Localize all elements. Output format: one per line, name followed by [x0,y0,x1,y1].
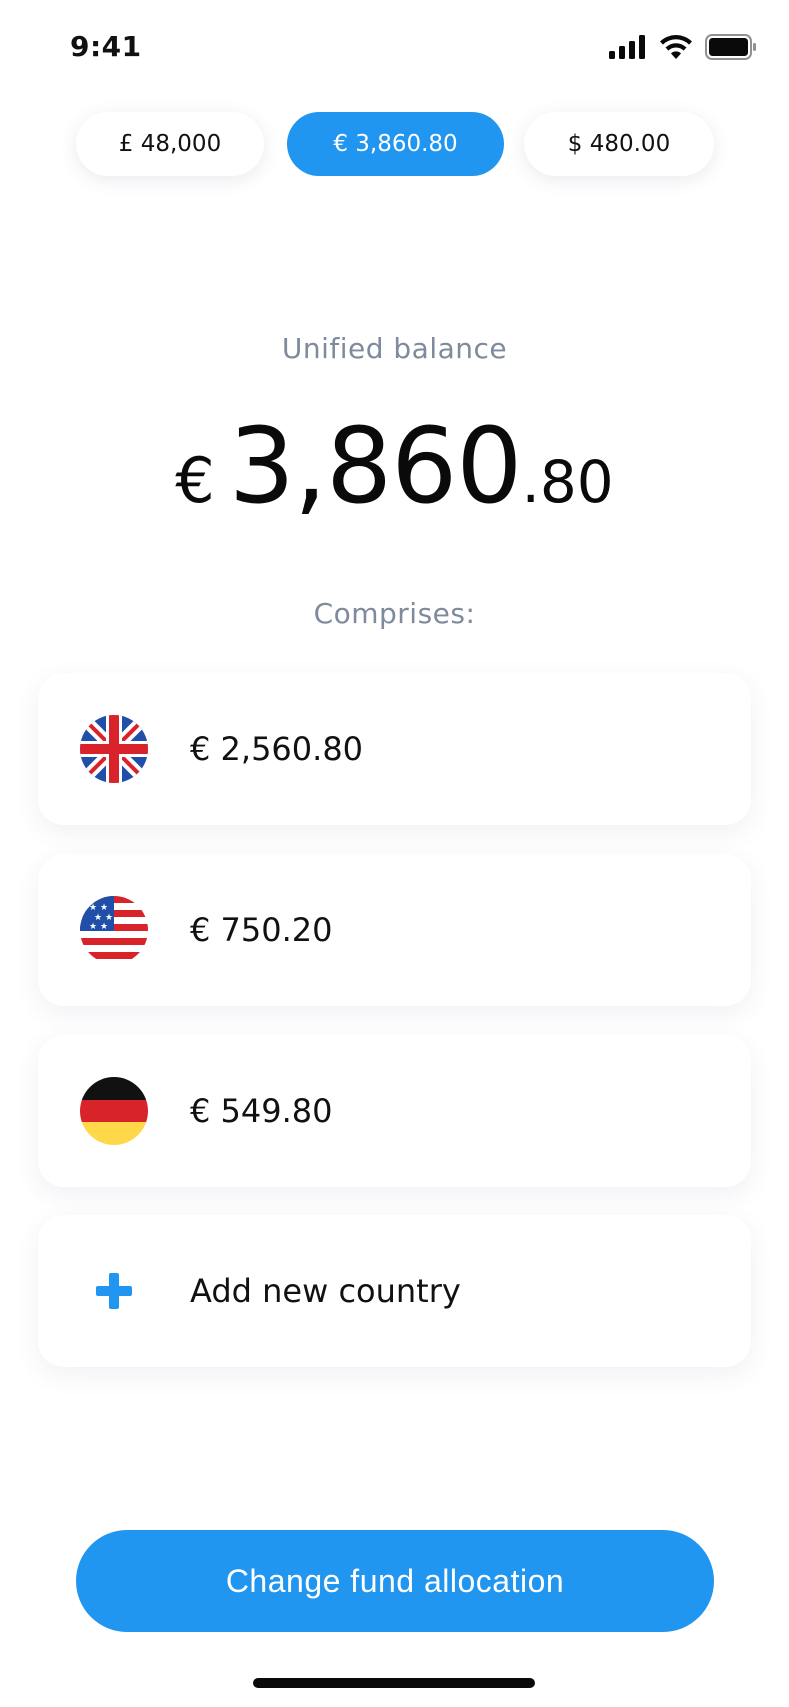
battery-icon [705,34,757,60]
plus-icon [94,1271,134,1311]
balance-currency: € [175,444,215,517]
breakdown-item-us[interactable]: ★ ★ ★ ★ ★ ★ € 750.20 [38,854,751,1006]
balance-label: Unified balance [281,332,508,365]
tab-eur[interactable]: € 3,860.80 [287,112,504,176]
signal-icon [609,35,647,59]
breakdown-item-germany[interactable]: € 549.80 [38,1035,751,1187]
home-indicator [253,1678,535,1688]
add-new-country-button[interactable]: Add new country [38,1215,751,1367]
currency-tabs: £ 48,000 € 3,860.80 $ 480.00 [0,112,789,176]
balance-fraction: .80 [521,448,614,516]
svg-text:★: ★ [89,903,97,913]
comprises-label: Comprises: [313,597,476,630]
svg-text:★: ★ [89,922,97,932]
svg-text:★: ★ [100,922,108,932]
unified-balance-screen: 9:41 £ 48,000 € 3,860.80 $ 480.00 Unifie… [0,0,789,1707]
change-fund-allocation-button[interactable]: Change fund allocation [76,1530,714,1632]
unified-balance-amount: € 3,860 .80 [0,405,789,527]
breakdown-amount: € 2,560.80 [190,730,364,768]
status-time: 9:41 [70,30,142,63]
add-new-country-label: Add new country [190,1272,461,1310]
status-icons [609,34,757,60]
wifi-icon [659,34,693,60]
breakdown-amount: € 549.80 [190,1092,333,1130]
svg-text:★: ★ [100,903,108,913]
tab-usd[interactable]: $ 480.00 [524,112,714,176]
breakdown-amount: € 750.20 [190,911,333,949]
balance-whole: 3,860 [228,405,523,527]
tab-gbp[interactable]: £ 48,000 [76,112,264,176]
breakdown-item-uk[interactable]: € 2,560.80 [38,673,751,825]
us-flag-icon: ★ ★ ★ ★ ★ ★ [80,896,148,964]
uk-flag-icon [80,715,148,783]
germany-flag-icon [80,1077,148,1145]
